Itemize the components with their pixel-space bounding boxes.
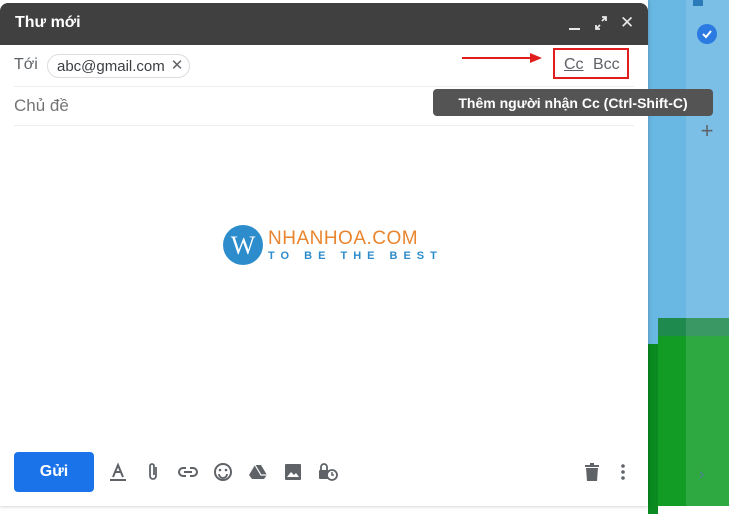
more-options-icon[interactable] [612,461,634,483]
red-arrow-annotation [462,53,542,63]
cc-bcc-highlight-box: Cc Bcc [553,48,629,79]
recipient-email: abc@gmail.com [57,57,165,75]
expand-icon[interactable] [594,15,608,31]
chevron-right-icon[interactable]: › [699,465,713,485]
remove-recipient-icon[interactable]: ✕ [171,58,184,73]
photo-icon[interactable] [282,461,304,483]
recipient-chip[interactable]: abc@gmail.com ✕ [47,54,191,78]
side-panel-accent [693,0,703,6]
subject-field[interactable]: Chủ đề [14,96,69,116]
cc-tooltip: Thêm người nhận Cc (Ctrl-Shift-C) [433,89,713,116]
side-panel [686,0,729,506]
emoji-icon[interactable] [212,461,234,483]
logo-brand: NHANHOA.COM [268,228,419,249]
trash-icon[interactable] [581,461,603,483]
svg-text:W: W [231,231,256,260]
link-icon[interactable] [177,461,199,483]
add-icon[interactable]: + [697,120,717,142]
logo-slogan: TO BE THE BEST [268,250,443,262]
confidential-icon[interactable] [317,461,339,483]
cc-link[interactable]: Cc [564,56,584,74]
drive-icon[interactable] [247,461,269,483]
compose-toolbar: Gửi [14,452,634,492]
attach-icon[interactable] [142,461,164,483]
minimize-icon[interactable] [568,15,582,31]
bcc-link[interactable]: Bcc [593,56,620,74]
close-icon[interactable]: ✕ [620,14,634,31]
compose-titlebar[interactable]: Thư mới ✕ [0,3,648,45]
formatting-icon[interactable] [107,461,129,483]
send-button[interactable]: Gửi [14,452,94,492]
tasks-icon[interactable] [697,24,717,44]
compose-title: Thư mới [15,14,81,31]
logo-mark: W [223,225,263,265]
to-label: Tới [14,56,38,73]
compose-window: Thư mới ✕ Tới abc@gmail.com ✕ Chủ đề Cc … [0,0,648,506]
watermark-logo: W NHANHOA.COM TO BE THE BEST [222,222,444,270]
